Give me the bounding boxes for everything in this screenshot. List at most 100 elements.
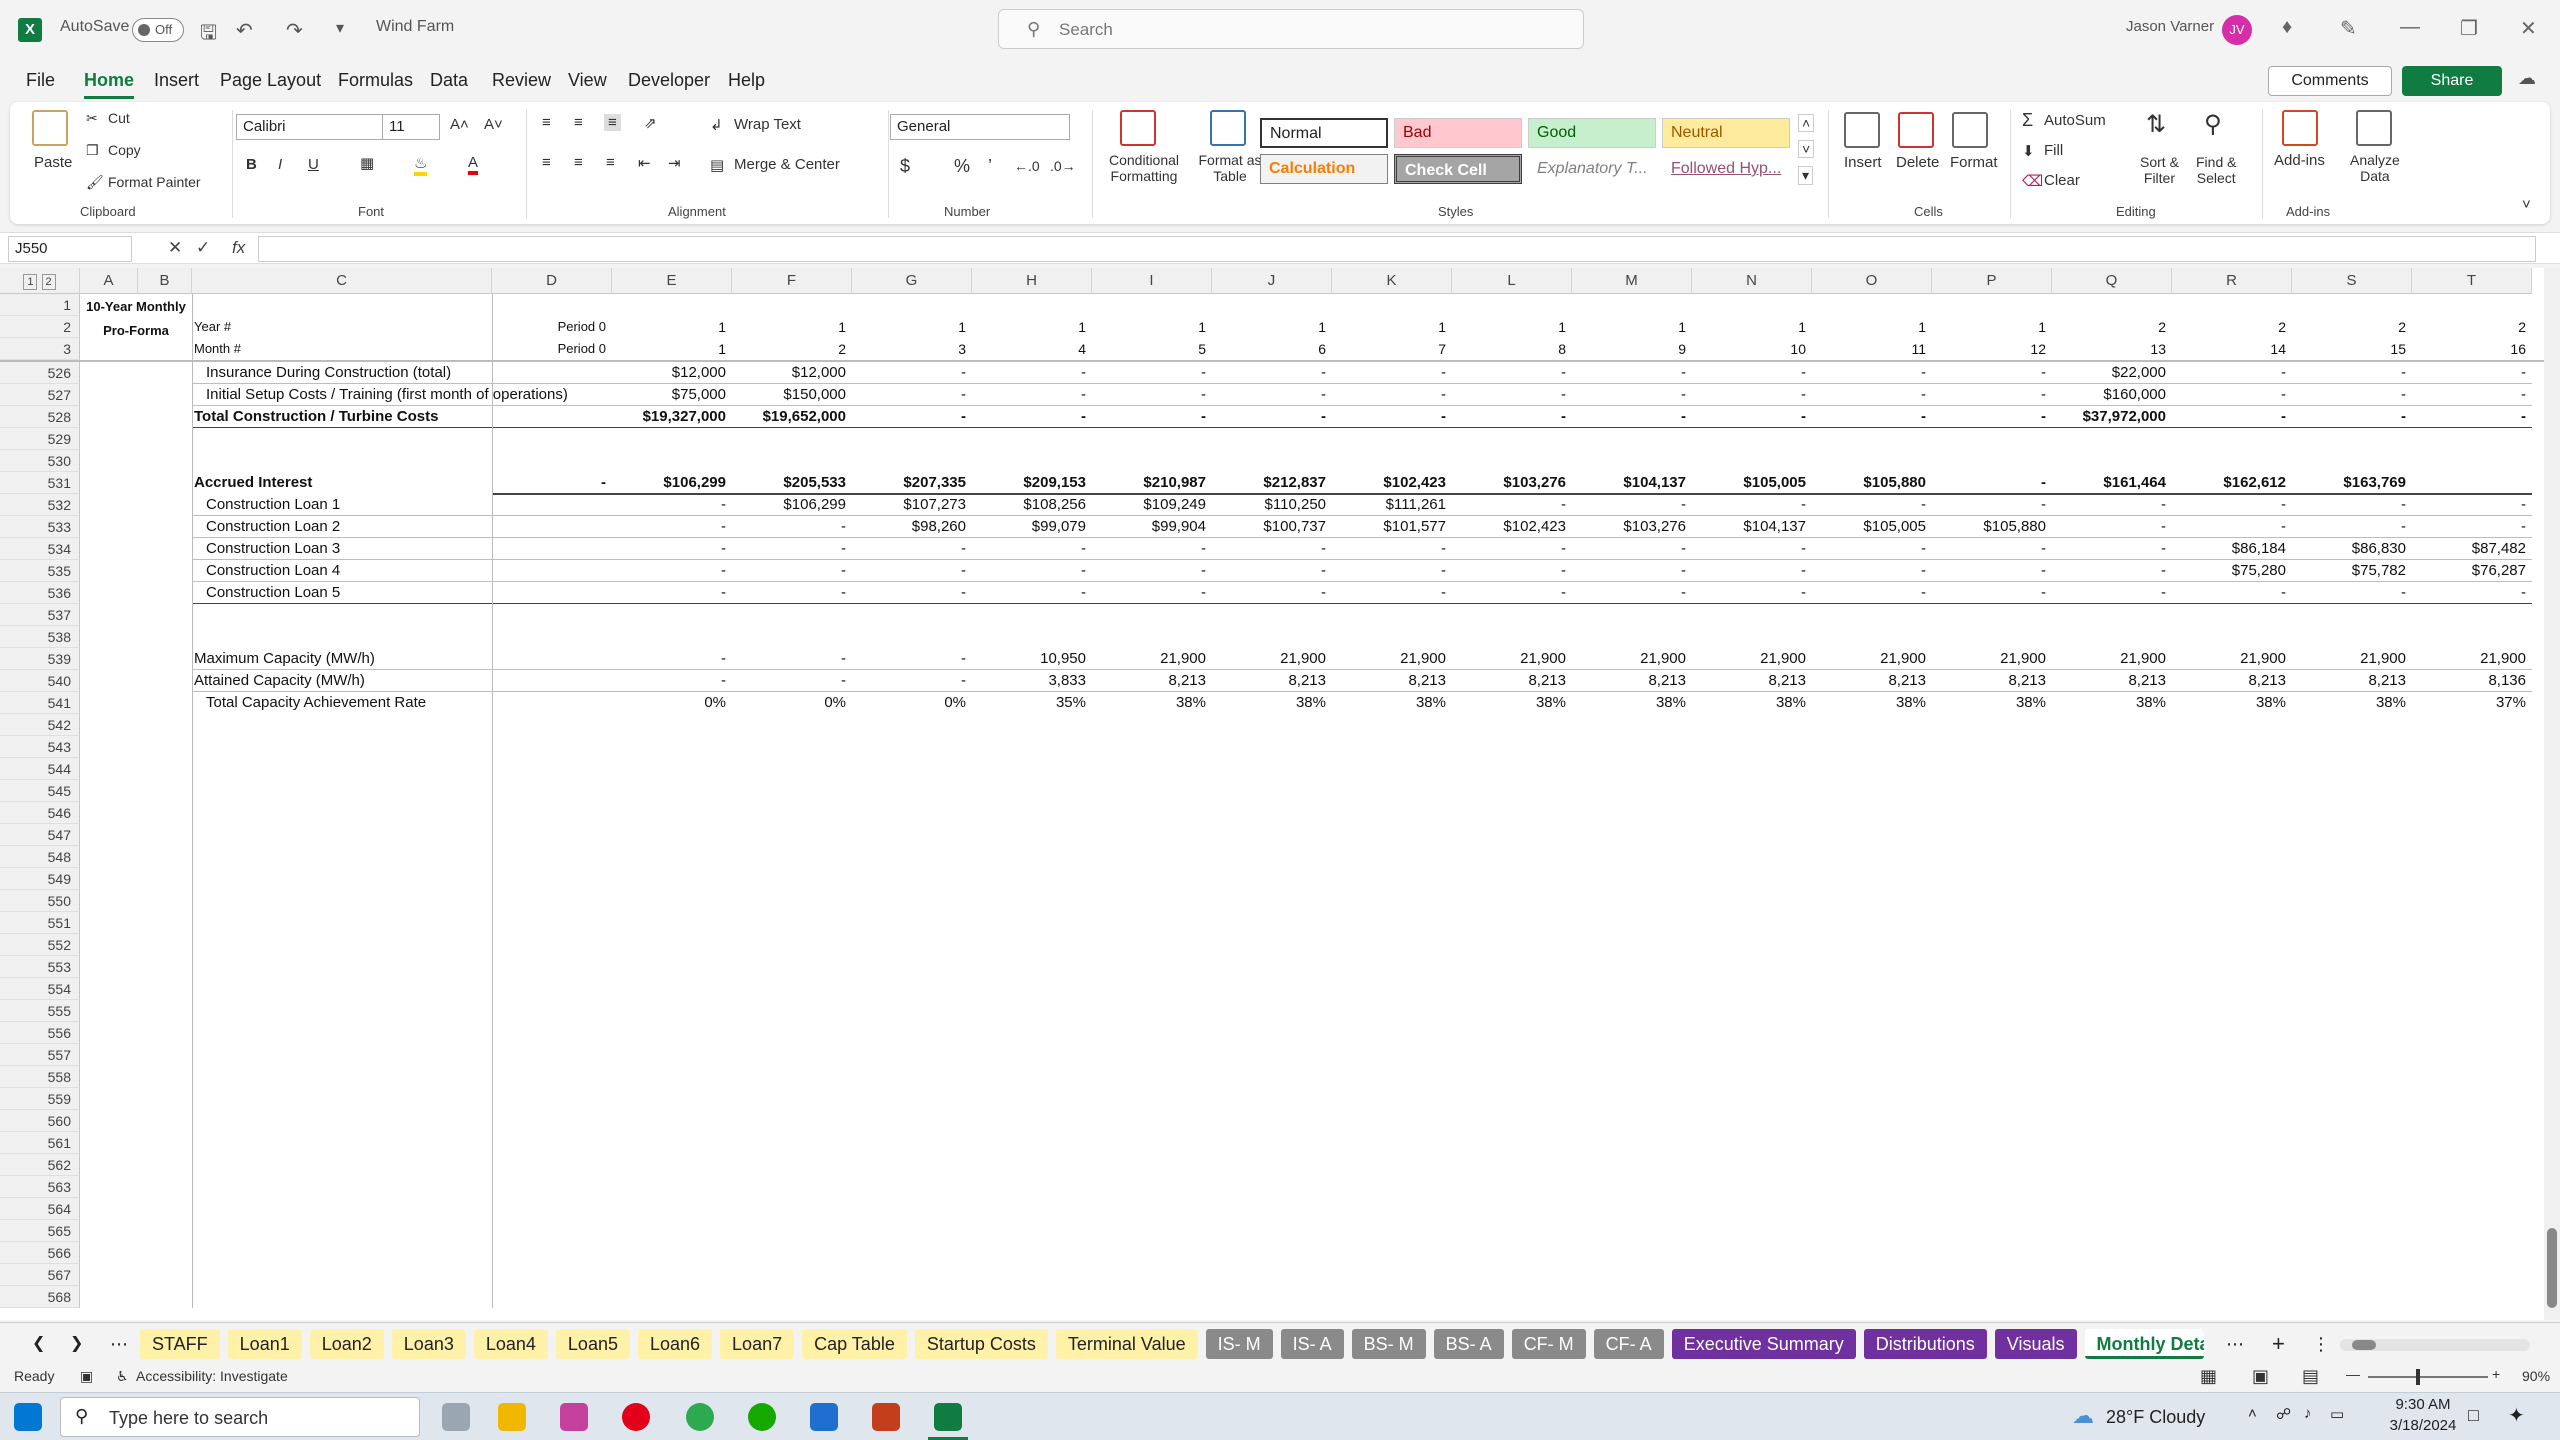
decrease-indent-icon[interactable]: ⇤ bbox=[638, 154, 651, 172]
row-value[interactable]: - bbox=[2412, 406, 2532, 428]
row-value[interactable]: 3,833 bbox=[972, 670, 1092, 692]
row-value[interactable]: - bbox=[732, 670, 852, 692]
clock-date[interactable]: 3/18/2024 bbox=[2380, 1417, 2466, 1434]
row-value[interactable]: $99,904 bbox=[1092, 516, 1212, 538]
row-value[interactable]: - bbox=[1692, 406, 1812, 428]
row-header[interactable]: 556 bbox=[0, 1022, 80, 1044]
sheet-tab[interactable]: Distributions bbox=[1863, 1329, 1987, 1359]
row-value[interactable]: - bbox=[1572, 384, 1692, 406]
row-value[interactable]: - bbox=[732, 648, 852, 670]
month-value[interactable]: 4 bbox=[972, 338, 1092, 360]
year-value[interactable]: 2 bbox=[2172, 316, 2292, 338]
sheet-tab[interactable]: Terminal Value bbox=[1055, 1329, 1198, 1359]
column-header[interactable]: R bbox=[2172, 268, 2292, 294]
tabs-more-icon[interactable]: ⋯ bbox=[98, 1329, 140, 1359]
tab-formulas[interactable]: Formulas bbox=[338, 70, 413, 91]
month-value[interactable]: 7 bbox=[1332, 338, 1452, 360]
row-value[interactable]: $105,005 bbox=[1812, 516, 1932, 538]
autosave-toggle[interactable]: Off bbox=[132, 18, 184, 42]
column-header[interactable]: N bbox=[1692, 268, 1812, 294]
year-value[interactable]: 1 bbox=[1212, 316, 1332, 338]
row-value[interactable]: 0% bbox=[612, 692, 732, 714]
row-label[interactable]: Maximum Capacity (MW/h) bbox=[194, 648, 594, 670]
row-header[interactable]: 554 bbox=[0, 978, 80, 1000]
more-sheets-icon[interactable]: ⋯ bbox=[2214, 1329, 2256, 1359]
increase-decimal-icon[interactable]: ←.0 bbox=[1014, 158, 1040, 174]
scroll-thumb[interactable] bbox=[2547, 1228, 2557, 1308]
photos-icon[interactable] bbox=[810, 1403, 838, 1431]
select-all[interactable]: 1 2 bbox=[0, 268, 80, 294]
row-header[interactable]: 548 bbox=[0, 846, 80, 868]
row-value[interactable]: - bbox=[1452, 362, 1572, 384]
sheet-tab[interactable]: Loan7 bbox=[720, 1329, 795, 1359]
page-layout-view-icon[interactable]: ▣ bbox=[2252, 1366, 2269, 1387]
format-painter-button[interactable]: Format Painter bbox=[108, 174, 201, 190]
year-value[interactable]: 1 bbox=[1932, 316, 2052, 338]
row-header[interactable]: 565 bbox=[0, 1220, 80, 1242]
network-icon[interactable]: ☍ bbox=[2276, 1405, 2291, 1423]
month-value[interactable]: 11 bbox=[1812, 338, 1932, 360]
currency-icon[interactable]: $ bbox=[900, 156, 910, 177]
column-header[interactable]: K bbox=[1332, 268, 1452, 294]
row-value[interactable]: - bbox=[1332, 362, 1452, 384]
row-value[interactable]: - bbox=[972, 384, 1092, 406]
row-value[interactable]: - bbox=[2172, 406, 2292, 428]
bold-icon[interactable]: B bbox=[246, 156, 257, 173]
column-header[interactable]: J bbox=[1212, 268, 1332, 294]
month-value[interactable]: 8 bbox=[1452, 338, 1572, 360]
taskbar-search[interactable]: ⚲ Type here to search bbox=[60, 1397, 420, 1437]
row-header[interactable]: 528 bbox=[0, 406, 80, 428]
column-header[interactable]: M bbox=[1572, 268, 1692, 294]
row-value[interactable]: - bbox=[1812, 538, 1932, 560]
row-value[interactable]: - bbox=[1932, 560, 2052, 582]
row-value[interactable]: - bbox=[972, 560, 1092, 582]
column-header[interactable]: T bbox=[2412, 268, 2532, 294]
row-value[interactable]: - bbox=[492, 472, 612, 494]
year-value[interactable]: 1 bbox=[972, 316, 1092, 338]
row-value[interactable]: $105,005 bbox=[1692, 472, 1812, 494]
row-value[interactable]: - bbox=[2412, 582, 2532, 604]
sheet-tab[interactable]: Visuals bbox=[1994, 1329, 2077, 1359]
tab-developer[interactable]: Developer bbox=[628, 70, 710, 91]
row-header[interactable]: 550 bbox=[0, 890, 80, 912]
sheet-tab[interactable]: Startup Costs bbox=[914, 1329, 1048, 1359]
h-scroll-thumb[interactable] bbox=[2352, 1340, 2376, 1350]
battery-icon[interactable]: ▭ bbox=[2330, 1405, 2344, 1423]
number-format-select[interactable]: General bbox=[890, 114, 1070, 140]
row-label[interactable]: Construction Loan 2 bbox=[206, 516, 606, 538]
row-value[interactable]: $19,652,000 bbox=[732, 406, 852, 428]
column-header[interactable]: S bbox=[2292, 268, 2412, 294]
tab-help[interactable]: Help bbox=[728, 70, 765, 91]
align-center-icon[interactable]: ≡ bbox=[574, 154, 583, 171]
cancel-icon[interactable]: ✕ bbox=[168, 238, 182, 258]
row-value[interactable]: - bbox=[2412, 494, 2532, 516]
styles-scroll-down-icon[interactable]: ˅ bbox=[1798, 140, 1815, 158]
row-value[interactable]: - bbox=[612, 670, 732, 692]
row-value[interactable]: $150,000 bbox=[732, 384, 852, 406]
row-value[interactable]: $110,250 bbox=[1212, 494, 1332, 516]
row-value[interactable]: - bbox=[732, 560, 852, 582]
sheet-tab[interactable]: IS- A bbox=[1280, 1329, 1344, 1359]
font-name-select[interactable]: Calibri bbox=[236, 114, 386, 140]
row-value[interactable]: - bbox=[1452, 538, 1572, 560]
row-header[interactable]: 536 bbox=[0, 582, 80, 604]
font-color-icon[interactable]: A bbox=[468, 154, 479, 175]
clock-time[interactable]: 9:30 AM bbox=[2380, 1396, 2466, 1413]
column-header[interactable]: H bbox=[972, 268, 1092, 294]
percent-icon[interactable]: % bbox=[954, 156, 970, 177]
row-header[interactable]: 561 bbox=[0, 1132, 80, 1154]
row-value[interactable]: - bbox=[1572, 560, 1692, 582]
row-value[interactable]: - bbox=[612, 582, 732, 604]
font-size-select[interactable]: 11 bbox=[382, 114, 440, 140]
outline-level-2[interactable]: 2 bbox=[41, 274, 56, 290]
row-value[interactable]: - bbox=[852, 560, 972, 582]
zoom-slider-thumb[interactable] bbox=[2416, 1369, 2420, 1385]
row-value[interactable]: 21,900 bbox=[1812, 648, 1932, 670]
zoom-level[interactable]: 90% bbox=[2522, 1368, 2550, 1384]
sheet-tab[interactable]: Monthly Detail bbox=[2084, 1329, 2204, 1359]
column-header[interactable]: I bbox=[1092, 268, 1212, 294]
row-value[interactable]: $210,987 bbox=[1092, 472, 1212, 494]
row-value[interactable]: - bbox=[1572, 406, 1692, 428]
row-value[interactable]: - bbox=[1932, 384, 2052, 406]
delete-cells-icon[interactable] bbox=[1898, 112, 1934, 148]
